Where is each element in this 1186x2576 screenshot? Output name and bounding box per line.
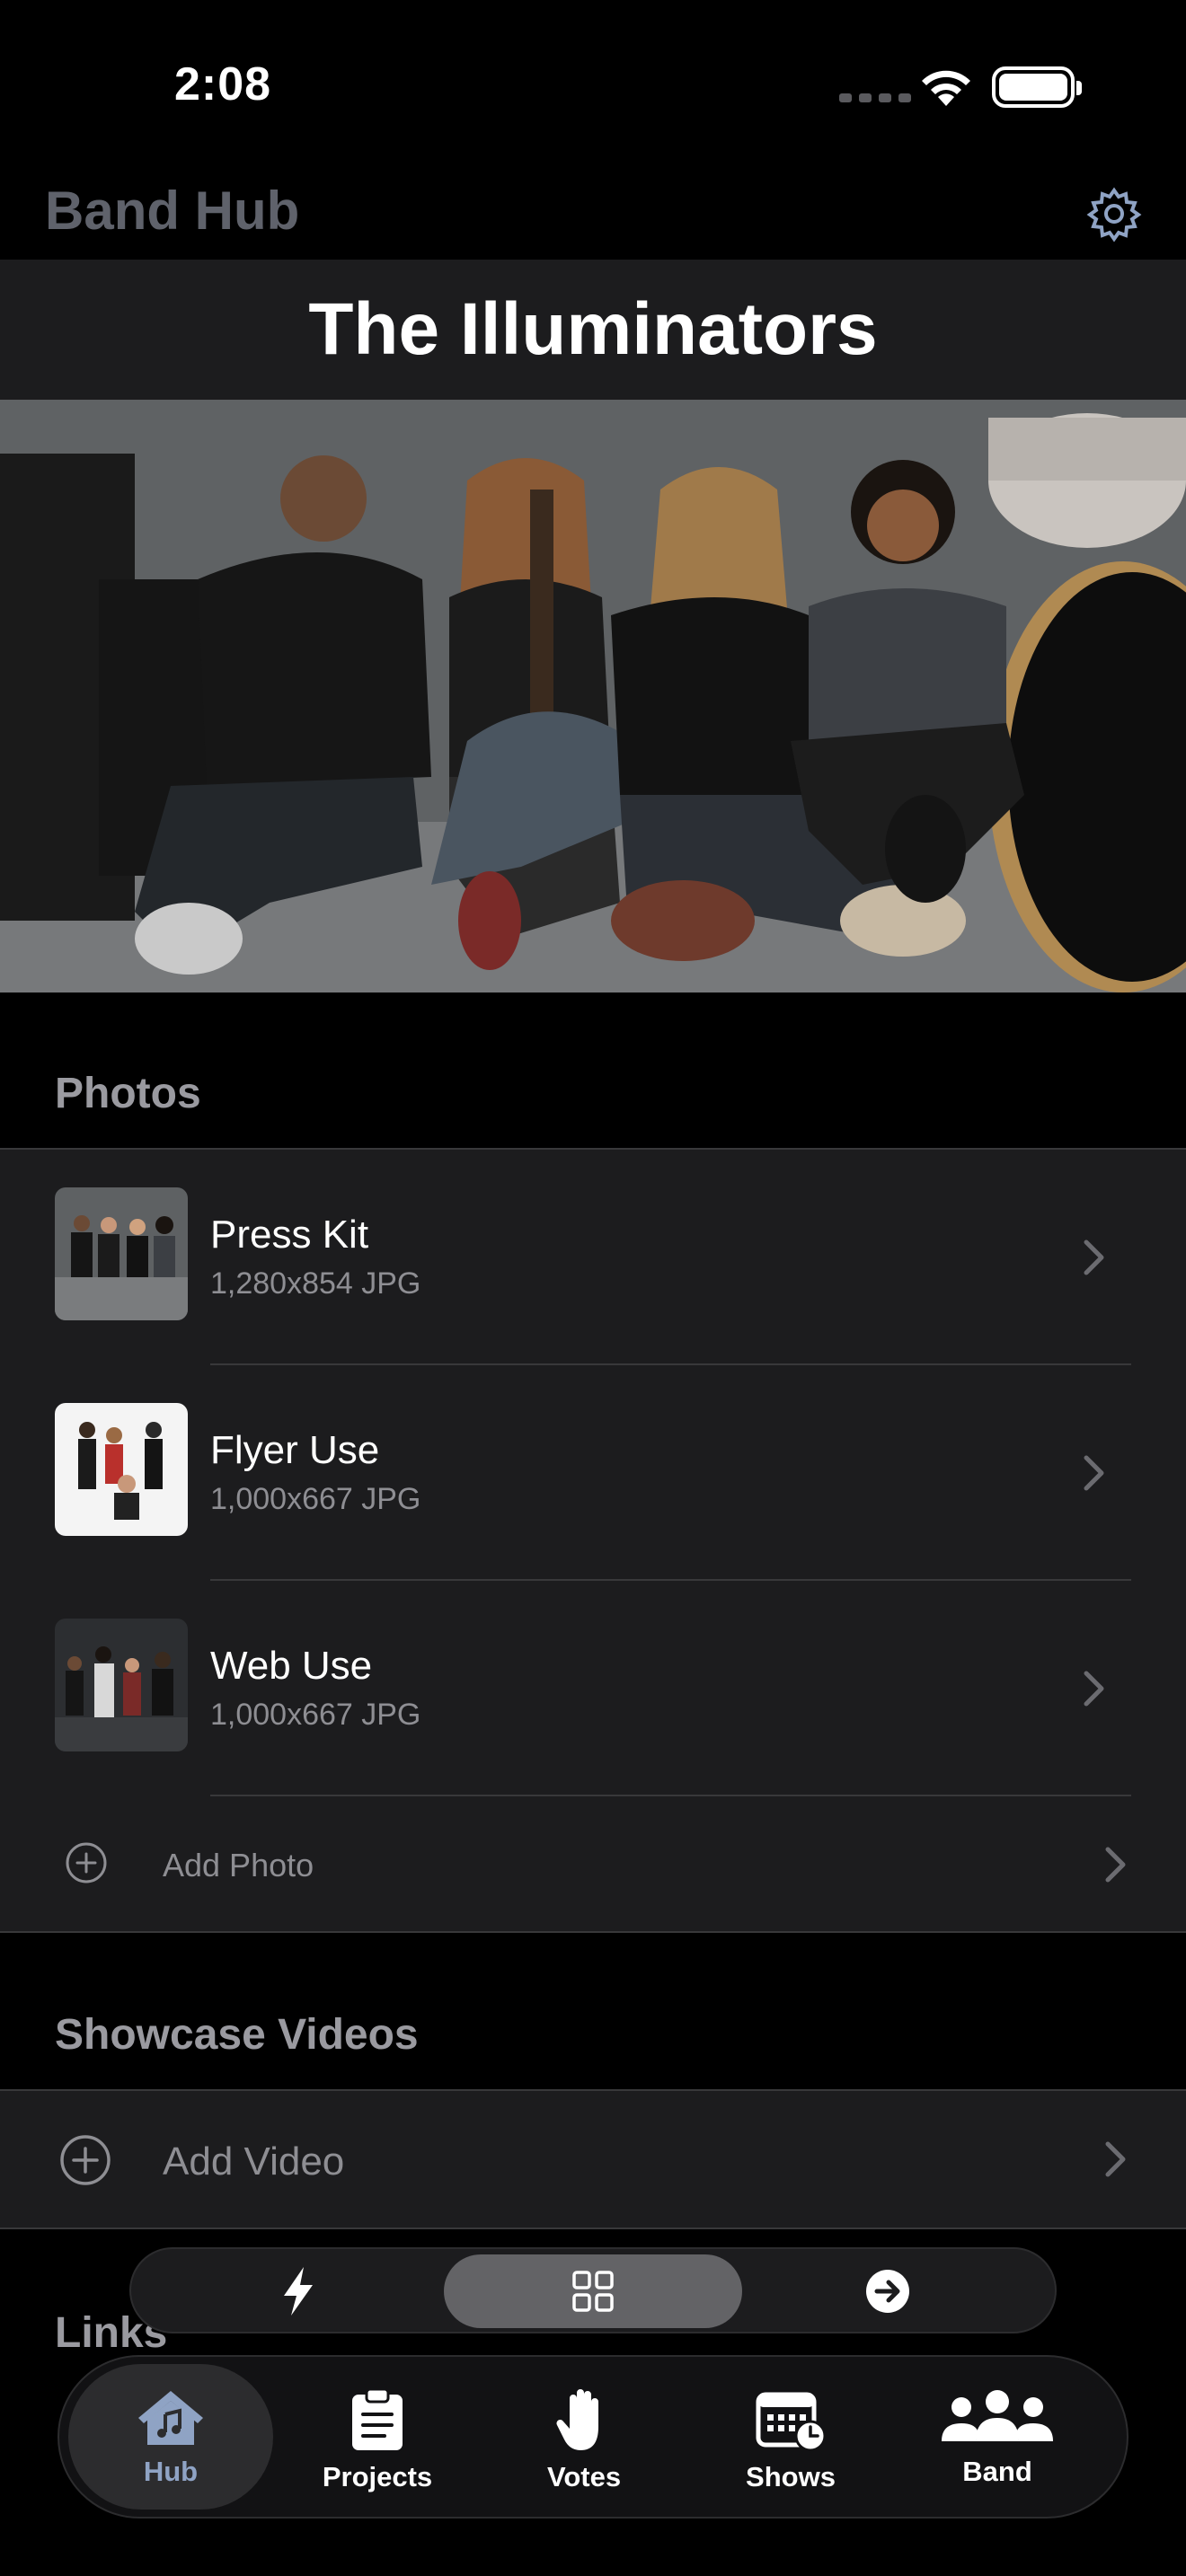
battery-icon (992, 66, 1082, 108)
tab-projects[interactable]: Projects (275, 2364, 480, 2510)
photo-thumbnail (55, 1403, 188, 1536)
chevron-right-icon (1105, 2141, 1126, 2177)
section-header-photos: Photos (55, 1070, 201, 1117)
tab-label: Projects (322, 2461, 433, 2492)
photo-row-web-use[interactable]: Web Use 1,000x667 JPG (0, 1581, 1186, 1796)
photo-title: Web Use (210, 1644, 373, 1688)
clipboard-icon (352, 2387, 403, 2450)
chevron-right-icon (1084, 1671, 1104, 1707)
tab-label: Shows (746, 2461, 836, 2492)
photos-list: Press Kit 1,280x854 JPG Flyer Use 1,000x… (0, 1148, 1186, 1933)
photo-title: Flyer Use (210, 1428, 380, 1472)
add-photo-row[interactable]: Add Photo (0, 1796, 1186, 1933)
hand-raised-icon (556, 2389, 598, 2450)
tab-votes[interactable]: Votes (482, 2364, 686, 2510)
plus-circle-icon (66, 1842, 107, 1883)
chevron-right-icon (1105, 1847, 1126, 1883)
section-header-showcase-videos: Showcase Videos (55, 2011, 419, 2059)
tab-label: Hub (143, 2456, 199, 2487)
band-hero-photo (0, 400, 1186, 992)
segment-grid[interactable] (444, 2254, 742, 2328)
people-icon (942, 2390, 1053, 2441)
photo-details: 1,000x667 JPG (210, 1698, 421, 1732)
add-photo-label: Add Photo (163, 1847, 314, 1883)
tab-hub[interactable]: Hub (68, 2364, 273, 2510)
photo-thumbnail (55, 1187, 188, 1320)
tab-label: Votes (546, 2461, 622, 2492)
segment-quick-actions[interactable] (149, 2254, 447, 2328)
photo-thumbnail (55, 1619, 188, 1751)
videos-list: Add Video (0, 2089, 1186, 2229)
calendar-clock-icon (756, 2392, 827, 2452)
grid-icon (572, 2271, 614, 2312)
house-music-icon (138, 2391, 203, 2445)
photo-row-flyer-use[interactable]: Flyer Use 1,000x667 JPG (0, 1365, 1186, 1581)
segment-next[interactable] (739, 2254, 1037, 2328)
band-header: The Illuminators (0, 260, 1186, 400)
plus-circle-icon (60, 2135, 111, 2185)
tab-label: Band (962, 2456, 1032, 2487)
tab-shows[interactable]: Shows (688, 2364, 893, 2510)
photo-details: 1,280x854 JPG (210, 1266, 421, 1301)
tab-band[interactable]: Band (895, 2364, 1100, 2510)
status-bar: 2:08 (0, 0, 1186, 171)
photo-details: 1,000x667 JPG (210, 1482, 421, 1516)
tab-bar: Hub Projects Votes Shows Band (58, 2355, 1128, 2519)
wifi-icon (922, 70, 970, 106)
app-title: Band Hub (45, 181, 300, 241)
chevron-right-icon (1084, 1455, 1104, 1491)
gear-icon[interactable] (1085, 185, 1143, 243)
add-video-label: Add Video (163, 2139, 345, 2183)
cellular-signal-icon (839, 93, 911, 102)
photo-title: Press Kit (210, 1213, 369, 1257)
chevron-right-icon (1084, 1239, 1104, 1275)
bolt-icon (284, 2267, 313, 2316)
add-video-row[interactable]: Add Video (0, 2091, 1186, 2228)
arrow-right-circle-icon (866, 2270, 909, 2313)
band-name: The Illuminators (308, 288, 878, 370)
view-mode-segmented-control (129, 2247, 1057, 2333)
photo-row-press-kit[interactable]: Press Kit 1,280x854 JPG (0, 1150, 1186, 1365)
status-time: 2:08 (174, 58, 272, 110)
